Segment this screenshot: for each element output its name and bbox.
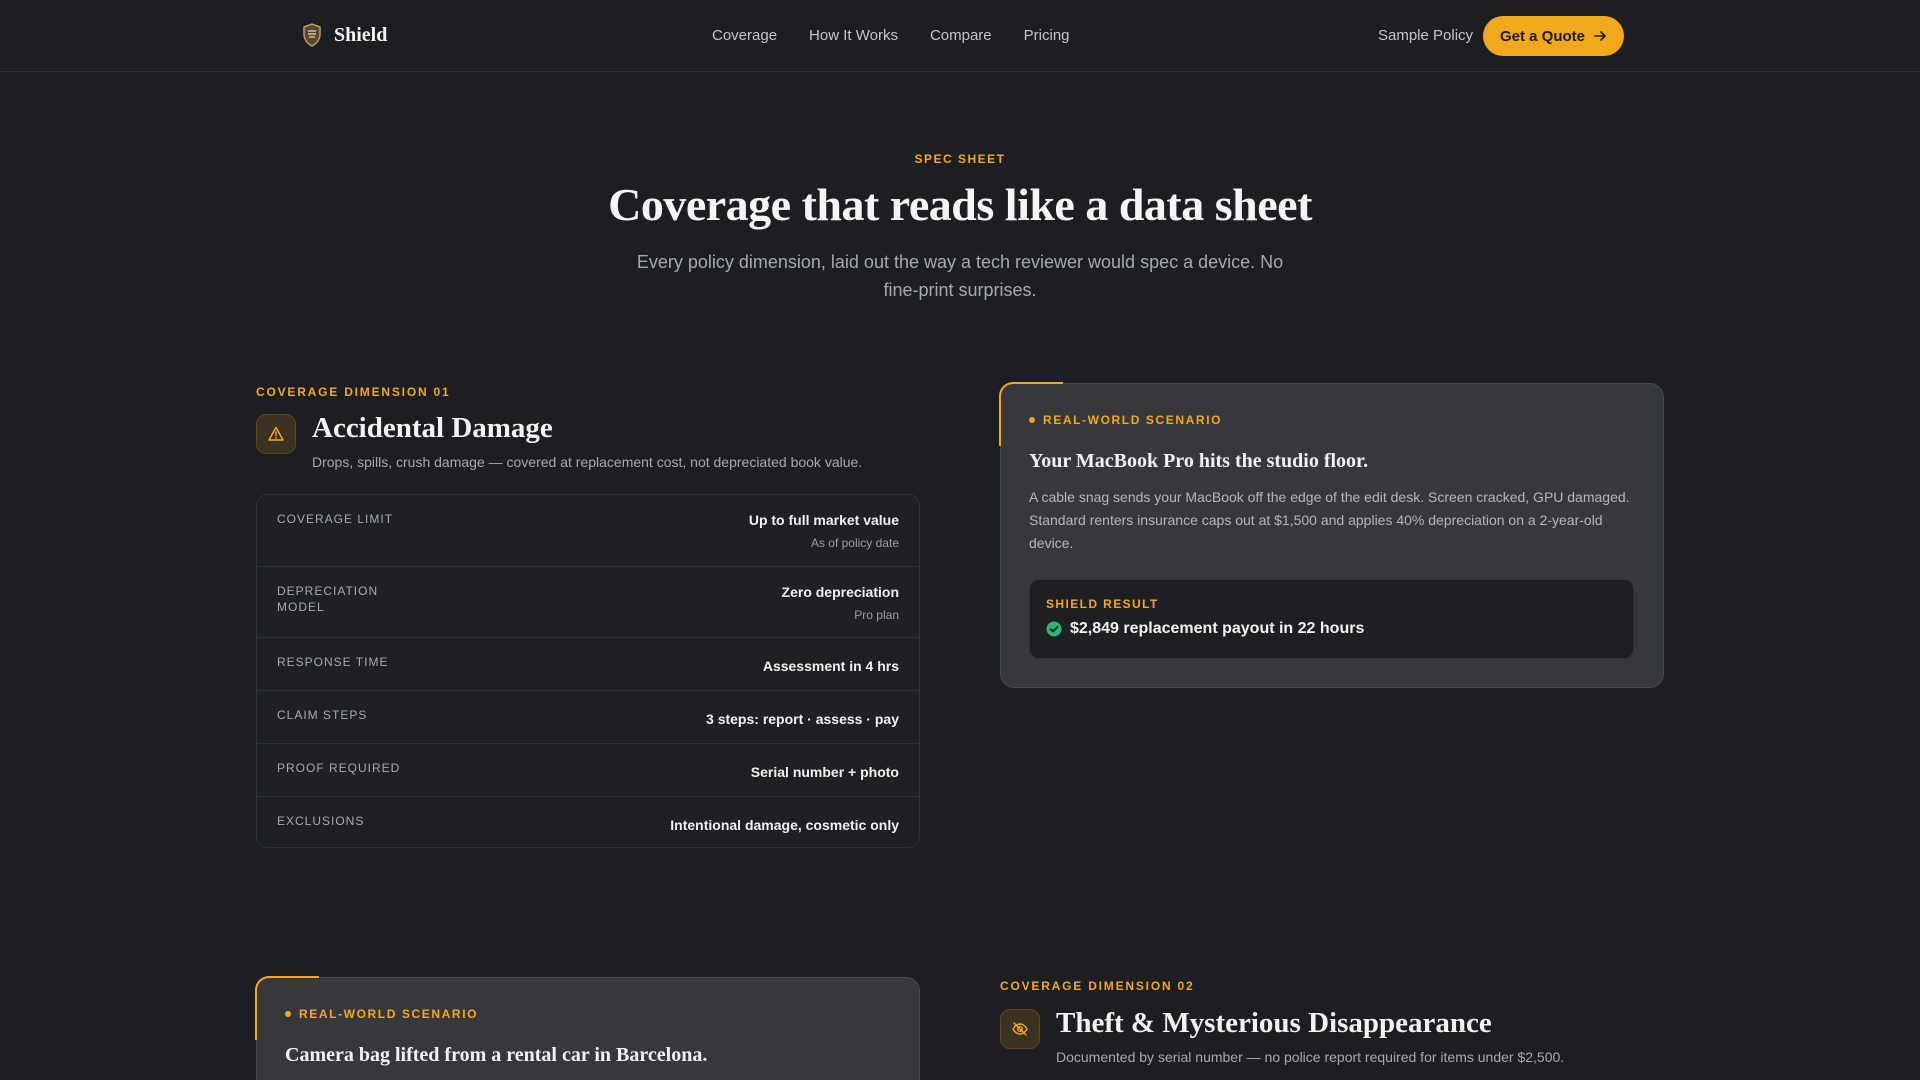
spec-row-response-time: RESPONSE TIME Assessment in 4 hrs bbox=[257, 637, 919, 690]
warning-triangle-icon bbox=[268, 426, 284, 441]
spec-value: Serial number + photo bbox=[750, 764, 899, 780]
spec-row-depreciation-model: DEPRECIATION MODEL Zero depreciation Pro… bbox=[257, 566, 919, 637]
spec-label: COVERAGE LIMIT bbox=[277, 512, 394, 526]
top-nav: Shield Coverage How It Works Compare Pri… bbox=[0, 0, 1920, 72]
bullet-dot-icon bbox=[285, 1011, 291, 1017]
get-quote-button[interactable]: Get a Quote bbox=[1483, 16, 1624, 56]
nav-link-compare[interactable]: Compare bbox=[930, 27, 992, 44]
spec-value: Zero depreciation bbox=[781, 584, 899, 600]
spec-value: 3 steps: report · assess · pay bbox=[706, 711, 899, 727]
nav-link-pricing[interactable]: Pricing bbox=[1024, 27, 1070, 44]
scenario-body: A cable snag sends your MacBook off the … bbox=[1029, 489, 1630, 551]
shield-result-box: SHIELD RESULT $2,849 replacement payout … bbox=[1029, 579, 1634, 659]
shield-result-text: $2,849 replacement payout in 22 hours bbox=[1070, 620, 1365, 637]
hero-title: Coverage that reads like a data sheet bbox=[608, 179, 1312, 230]
spec-label: DEPRECIATION MODEL bbox=[277, 584, 379, 614]
scenario-title: Your MacBook Pro hits the studio floor. bbox=[1029, 450, 1369, 472]
nav-link-coverage[interactable]: Coverage bbox=[712, 27, 777, 44]
brand-name: Shield bbox=[334, 23, 388, 46]
spec-label: EXCLUSIONS bbox=[277, 814, 365, 828]
check-circle-icon bbox=[1046, 621, 1062, 637]
spec-value: Intentional damage, cosmetic only bbox=[670, 817, 899, 833]
spec-row-proof-required: PROOF REQUIRED Serial number + photo bbox=[257, 743, 919, 796]
dimension-02-eyebrow: COVERAGE DIMENSION 02 bbox=[1000, 979, 1195, 993]
spec-label: RESPONSE TIME bbox=[277, 655, 389, 669]
spec-value: Assessment in 4 hrs bbox=[762, 658, 899, 674]
dimension-02-icon-box bbox=[1000, 1009, 1040, 1049]
shield-result-line: $2,849 replacement payout in 22 hours bbox=[1046, 620, 1364, 638]
scenario-eyebrow-label: REAL-WORLD SCENARIO bbox=[299, 1007, 479, 1021]
spec-value: Up to full market value bbox=[748, 512, 899, 528]
nav-links: Coverage How It Works Compare Pricing bbox=[712, 27, 1070, 44]
get-quote-label: Get a Quote bbox=[1499, 27, 1585, 45]
spec-row-coverage-limit: COVERAGE LIMIT Up to full market value A… bbox=[257, 495, 919, 566]
dimension-01-icon-box bbox=[256, 414, 296, 454]
hero-subtitle: Every policy dimension, laid out the way… bbox=[636, 252, 1284, 300]
scenario-eyebrow: REAL-WORLD SCENARIO bbox=[1029, 413, 1222, 427]
scenario-title: Camera bag lifted from a rental car in B… bbox=[285, 1044, 708, 1066]
scenario-eyebrow: REAL-WORLD SCENARIO bbox=[285, 1007, 478, 1021]
dimension-01-title: Accidental Damage bbox=[312, 412, 553, 444]
nav-link-how-it-works[interactable]: How It Works bbox=[809, 27, 898, 44]
spec-label: PROOF REQUIRED bbox=[277, 761, 401, 775]
scenario-eyebrow-label: REAL-WORLD SCENARIO bbox=[1043, 413, 1223, 427]
shield-result-label: SHIELD RESULT bbox=[1046, 597, 1159, 611]
eye-off-icon bbox=[1012, 1022, 1028, 1036]
arrow-right-icon bbox=[1594, 31, 1606, 41]
spec-table: COVERAGE LIMIT Up to full market value A… bbox=[256, 494, 920, 848]
sample-policy-link[interactable]: Sample Policy bbox=[1378, 27, 1473, 44]
bullet-dot-icon bbox=[1029, 417, 1035, 423]
dimension-01-eyebrow: COVERAGE DIMENSION 01 bbox=[256, 385, 451, 399]
spec-row-claim-steps: CLAIM STEPS 3 steps: report · assess · p… bbox=[257, 690, 919, 743]
spec-row-exclusions: EXCLUSIONS Intentional damage, cosmetic … bbox=[257, 796, 919, 847]
dimension-02-description: Documented by serial number — no police … bbox=[1056, 1049, 1565, 1065]
spec-note: Pro plan bbox=[854, 608, 899, 622]
spec-label: CLAIM STEPS bbox=[277, 708, 368, 722]
spec-note: As of policy date bbox=[810, 536, 899, 550]
hero-eyebrow: SPEC SHEET bbox=[914, 152, 1006, 166]
brand[interactable]: Shield bbox=[300, 22, 387, 48]
dimension-02-title: Theft & Mysterious Disappearance bbox=[1056, 1007, 1492, 1039]
dimension-01-description: Drops, spills, crush damage — covered at… bbox=[312, 454, 863, 470]
shield-logo-icon bbox=[303, 23, 321, 47]
